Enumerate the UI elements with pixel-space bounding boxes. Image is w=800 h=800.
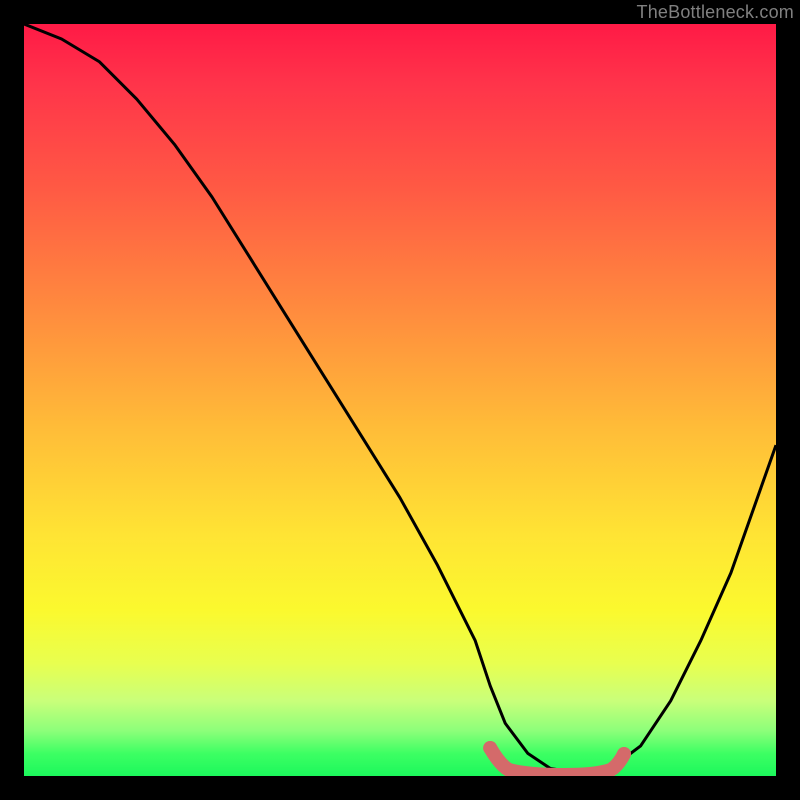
curve-path (24, 24, 776, 772)
valley-start-dot (483, 741, 497, 755)
chart-svg (24, 24, 776, 776)
chart-container: TheBottleneck.com (0, 0, 800, 800)
valley-end-dot (617, 747, 631, 761)
attribution-label: TheBottleneck.com (637, 2, 794, 23)
valley-highlight (490, 748, 624, 775)
